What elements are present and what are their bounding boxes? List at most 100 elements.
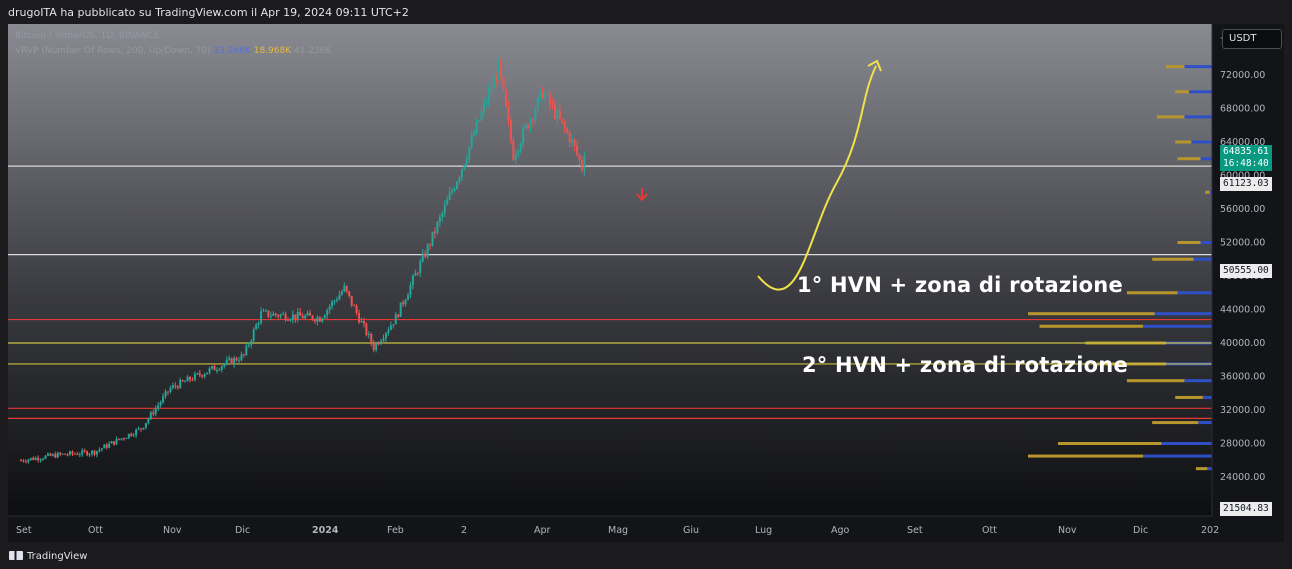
y-tick-label: 56000.00: [1220, 204, 1265, 215]
candle-body: [164, 391, 167, 397]
volume-profile-down-bar: [1143, 324, 1212, 328]
candle-body: [277, 315, 280, 317]
volume-profile-up-bar: [1028, 312, 1155, 316]
plot-background: [8, 24, 1212, 516]
candle-body: [152, 412, 155, 415]
candle-body: [323, 315, 326, 319]
candle-body: [338, 294, 341, 300]
candle-body: [566, 128, 569, 133]
candle-body: [255, 324, 258, 330]
candle-body: [296, 311, 299, 320]
candle-body: [360, 320, 363, 323]
volume-profile-down-bar: [1143, 454, 1212, 458]
candle-body: [333, 300, 336, 302]
candle-body: [108, 443, 111, 448]
candle-body: [534, 109, 537, 120]
volume-profile-up-bar: [1166, 65, 1185, 69]
candle-body: [81, 450, 84, 455]
candle-body: [91, 450, 94, 454]
x-tick-label: Dic: [235, 525, 250, 536]
indicator-name: VRVP (Number Of Rows, 200, Up/Down, 70): [15, 46, 211, 56]
candle-body: [262, 310, 265, 312]
candle-body: [507, 106, 510, 121]
y-tick-label: 40000.00: [1220, 338, 1265, 349]
candle-body: [326, 309, 329, 316]
candle-body: [46, 453, 49, 456]
candle-body: [238, 360, 241, 362]
candle-body: [365, 323, 368, 335]
publisher-bar: drugoITA ha pubblicato su TradingView.co…: [0, 0, 1292, 24]
candle-body: [370, 333, 373, 344]
volume-profile-down-bar: [1161, 442, 1212, 445]
candle-body: [350, 295, 353, 306]
candle-body: [189, 376, 192, 380]
candle-body: [218, 369, 221, 371]
candle-body: [411, 275, 414, 285]
candle-body: [446, 199, 449, 205]
candle-body: [517, 150, 520, 155]
candle-body: [485, 102, 488, 104]
candle-body: [22, 460, 25, 462]
candle-body: [71, 451, 74, 454]
candle-body: [392, 324, 395, 326]
candle-body: [309, 312, 312, 316]
candle-body: [110, 441, 113, 444]
candle-body: [492, 76, 495, 89]
candle-body: [142, 427, 145, 430]
candle-body: [502, 77, 505, 90]
candle-body: [135, 429, 138, 436]
candle-body: [294, 314, 297, 320]
candle-body: [331, 301, 334, 307]
candle-body: [61, 453, 64, 455]
candle-body: [473, 133, 476, 136]
candle-body: [375, 343, 378, 350]
x-tick-label: Nov: [163, 525, 182, 536]
hvn1-annotation: 1° HVN + zona di rotazione: [797, 273, 1123, 297]
x-tick-label: Giu: [683, 525, 699, 536]
candle-body: [480, 111, 483, 121]
candle-body: [487, 89, 490, 103]
candle-body: [181, 380, 184, 382]
candle-body: [355, 306, 358, 314]
candle-body: [429, 244, 432, 246]
volume-profile-up-bar: [1175, 90, 1189, 94]
candle-body: [443, 204, 446, 213]
candle-body: [174, 385, 177, 387]
candle-body: [260, 311, 263, 323]
candle-body: [458, 177, 461, 182]
candle-body: [198, 373, 201, 376]
candle-body: [553, 104, 556, 119]
candle-body: [321, 318, 324, 322]
candle-body: [353, 305, 356, 307]
candle-body: [250, 340, 253, 345]
candle-body: [137, 428, 140, 430]
hvn2-annotation: 2° HVN + zona di rotazione: [802, 353, 1128, 377]
candle-body: [299, 311, 302, 316]
volume-down-value: 18.968K: [253, 46, 292, 56]
candle-body: [159, 402, 162, 406]
volume-profile-up-bar: [1126, 379, 1185, 383]
tradingview-logo[interactable]: TradingView: [9, 551, 87, 562]
candle-body: [274, 313, 277, 316]
y-tick-label: 68000.00: [1220, 104, 1265, 115]
level-61123-badge: 61123.03: [1220, 177, 1272, 191]
volume-up-value: 23.268K: [213, 46, 251, 56]
last-price-value: 64835.61: [1223, 146, 1269, 157]
candle-body: [495, 76, 498, 80]
candle-body: [140, 428, 143, 430]
candle-body: [78, 454, 81, 456]
x-tick-label: Set: [16, 525, 32, 536]
candle-body: [20, 460, 22, 462]
volume-profile-up-bar: [1039, 324, 1143, 328]
candle-body: [563, 121, 566, 129]
volume-profile-down-bar: [1207, 467, 1212, 471]
x-tick-label: 2024: [312, 525, 339, 536]
candle-body: [343, 285, 346, 292]
candle-body: [64, 453, 67, 455]
candle-body: [509, 120, 512, 141]
candle-body: [201, 375, 204, 377]
candle-body: [282, 313, 285, 315]
currency-button[interactable]: USDT: [1222, 29, 1282, 49]
candle-body: [95, 450, 98, 455]
candle-body: [120, 438, 123, 440]
